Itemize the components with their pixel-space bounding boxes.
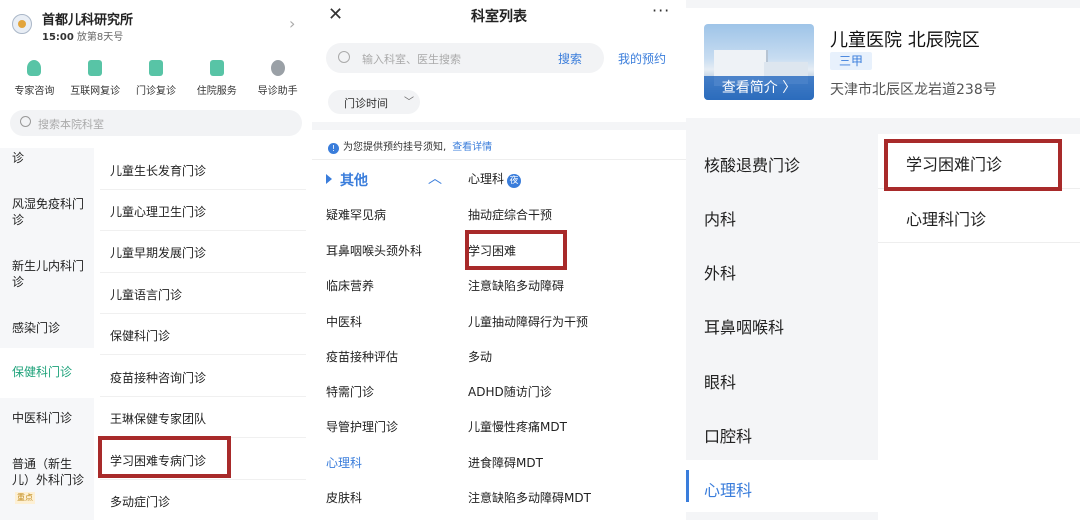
online-revisit-icon <box>88 60 103 76</box>
quick-action-guide-assistant[interactable]: 导诊助手 <box>248 60 308 102</box>
department-item[interactable]: 儿童心理卫生门诊 <box>110 203 206 220</box>
category-item[interactable]: 耳鼻咽喉科 <box>704 314 784 338</box>
department-item[interactable]: 儿童语言门诊 <box>110 286 182 303</box>
clinic-item[interactable]: 进食障碍MDT <box>468 454 543 471</box>
department-item[interactable]: 多动症门诊 <box>110 493 170 510</box>
chevron-down-icon: ﹀ <box>404 97 414 108</box>
page-title: 科室列表 <box>471 9 527 25</box>
booking-notice: ! 为您提供预约挂号须知, 查看详情 <box>328 138 492 154</box>
grade-badge: 三甲 <box>830 52 872 70</box>
chevron-up-icon[interactable]: ︿ <box>428 168 442 188</box>
department-item-psychology-active[interactable]: 心理科 <box>326 454 362 471</box>
department-item[interactable]: 疫苗接种咨询门诊 <box>110 369 206 386</box>
view-details-link[interactable]: 查看详情 <box>452 142 492 153</box>
department-item[interactable]: 疑难罕见病 <box>326 206 386 223</box>
info-icon: ! <box>328 143 339 154</box>
clinic-item[interactable]: 多动 <box>468 348 492 365</box>
category-item-psychology-active[interactable]: 心理科 <box>704 477 752 501</box>
department-item[interactable]: 儿童早期发展门诊 <box>110 244 206 261</box>
category-item-infection[interactable]: 感染门诊 <box>12 320 84 336</box>
clinic-item[interactable]: ADHD随访门诊 <box>468 383 552 400</box>
search-icon <box>20 116 31 127</box>
department-search-input[interactable]: 搜索本院科室 <box>10 110 302 136</box>
guide-assistant-icon <box>270 60 285 76</box>
department-item[interactable]: 疫苗接种评估 <box>326 348 398 365</box>
panel-beichen-hospital: 查看简介 〉 儿童医院 北辰院区 三甲 天津市北辰区龙岩道238号 核酸退费门诊… <box>686 0 1080 520</box>
outpatient-time-filter[interactable]: 门诊时间 ﹀ <box>328 90 420 114</box>
panel-department-list: ✕ 科室列表 ··· 输入科室、医生搜索 搜索 我的预约 门诊时间 ﹀ ! 为您提… <box>312 0 686 520</box>
category-item-rheumatology[interactable]: 风湿免疫科门诊 <box>12 196 84 228</box>
quick-action-outpatient-revisit[interactable]: 门诊复诊 <box>126 60 186 102</box>
my-appointment-link[interactable]: 我的预约 <box>618 50 666 67</box>
category-header-other[interactable]: 其他 <box>326 170 368 190</box>
hospital-header[interactable]: 首都儿科研究所 15:00 放第8天号 › <box>0 0 312 48</box>
panel-shoudu-hospital: 首都儿科研究所 15:00 放第8天号 › 专家咨询 互联网复诊 门诊复诊 住院服… <box>0 0 312 520</box>
search-button[interactable]: 搜索 <box>558 50 582 67</box>
department-item[interactable]: 皮肤科 <box>326 489 362 506</box>
quick-action-online-revisit[interactable]: 互联网复诊 <box>65 60 125 102</box>
more-icon[interactable]: ··· <box>652 1 670 20</box>
department-item[interactable]: 特需门诊 <box>326 383 374 400</box>
department-item[interactable]: 耳鼻咽喉头颈外科 <box>326 242 422 259</box>
release-time: 15:00 放第8天号 <box>42 32 124 43</box>
category-item-healthcare-active[interactable]: 保健科门诊 <box>12 364 84 380</box>
hospital-photo[interactable]: 查看简介 〉 <box>704 24 814 100</box>
key-tag-badge: 重点 <box>15 492 35 504</box>
hospital-name: 儿童医院 北辰院区 <box>830 30 980 51</box>
category-item-neonatal[interactable]: 新生儿内科门诊 <box>12 258 84 290</box>
clinic-item[interactable]: 儿童抽动障碍行为干预 <box>468 313 588 330</box>
active-indicator <box>686 470 689 502</box>
expert-consult-icon <box>27 60 42 76</box>
highlight-box <box>98 436 231 478</box>
department-item[interactable]: 保健科门诊 <box>110 327 170 344</box>
chevron-right-icon[interactable]: › <box>289 14 295 33</box>
department-item[interactable]: 临床营养 <box>326 277 374 294</box>
category-item-general-surgery[interactable]: 普通（新生儿）外科门诊重点 <box>12 456 84 504</box>
clinic-item[interactable]: 儿童慢性疼痛MDT <box>468 418 567 435</box>
category-item-tcm[interactable]: 中医科门诊 <box>12 410 84 426</box>
inpatient-service-icon <box>209 60 224 76</box>
department-item[interactable]: 导管护理门诊 <box>326 418 398 435</box>
department-item[interactable]: 中医科 <box>326 313 362 330</box>
category-item[interactable]: 核酸退费门诊 <box>704 152 800 176</box>
quick-actions: 专家咨询 互联网复诊 门诊复诊 住院服务 导诊助手 <box>0 60 312 102</box>
hospital-name: 首都儿科研究所 <box>42 13 134 28</box>
quick-action-expert-consult[interactable]: 专家咨询 <box>4 60 64 102</box>
category-item[interactable]: 内科 <box>704 206 736 230</box>
hospital-logo-icon <box>12 14 32 34</box>
category-item[interactable]: 眼科 <box>704 369 736 393</box>
triangle-right-icon <box>326 174 332 184</box>
outpatient-revisit-icon <box>148 60 163 76</box>
quick-action-inpatient-service[interactable]: 住院服务 <box>187 60 247 102</box>
view-intro-button[interactable]: 查看简介 〉 <box>704 76 814 100</box>
category-item[interactable]: 口腔科 <box>704 423 752 447</box>
subdepartment-header: 心理科夜 <box>468 170 522 188</box>
clinic-item[interactable]: 注意缺陷多动障碍 <box>468 277 564 294</box>
hospital-address: 天津市北辰区龙岩道238号 <box>830 82 997 98</box>
department-item[interactable]: 王琳保健专家团队 <box>110 410 206 427</box>
category-item[interactable]: 诊 <box>12 150 84 166</box>
highlight-box <box>884 139 1062 191</box>
category-item[interactable]: 外科 <box>704 260 736 284</box>
clinic-item[interactable]: 注意缺陷多动障碍MDT <box>468 489 591 506</box>
department-category-list: 诊 风湿免疫科门诊 新生儿内科门诊 感染门诊 保健科门诊 中医科门诊 普通（新生… <box>0 148 94 520</box>
department-item[interactable]: 儿童生长发育门诊 <box>110 162 206 179</box>
night-badge: 夜 <box>507 174 522 188</box>
clinic-item[interactable]: 抽动症综合干预 <box>468 206 552 223</box>
highlight-box <box>465 230 567 270</box>
clinic-item[interactable]: 心理科门诊 <box>906 206 986 230</box>
search-icon <box>338 51 350 63</box>
department-doctor-search-input[interactable]: 输入科室、医生搜索 搜索 <box>326 43 604 73</box>
